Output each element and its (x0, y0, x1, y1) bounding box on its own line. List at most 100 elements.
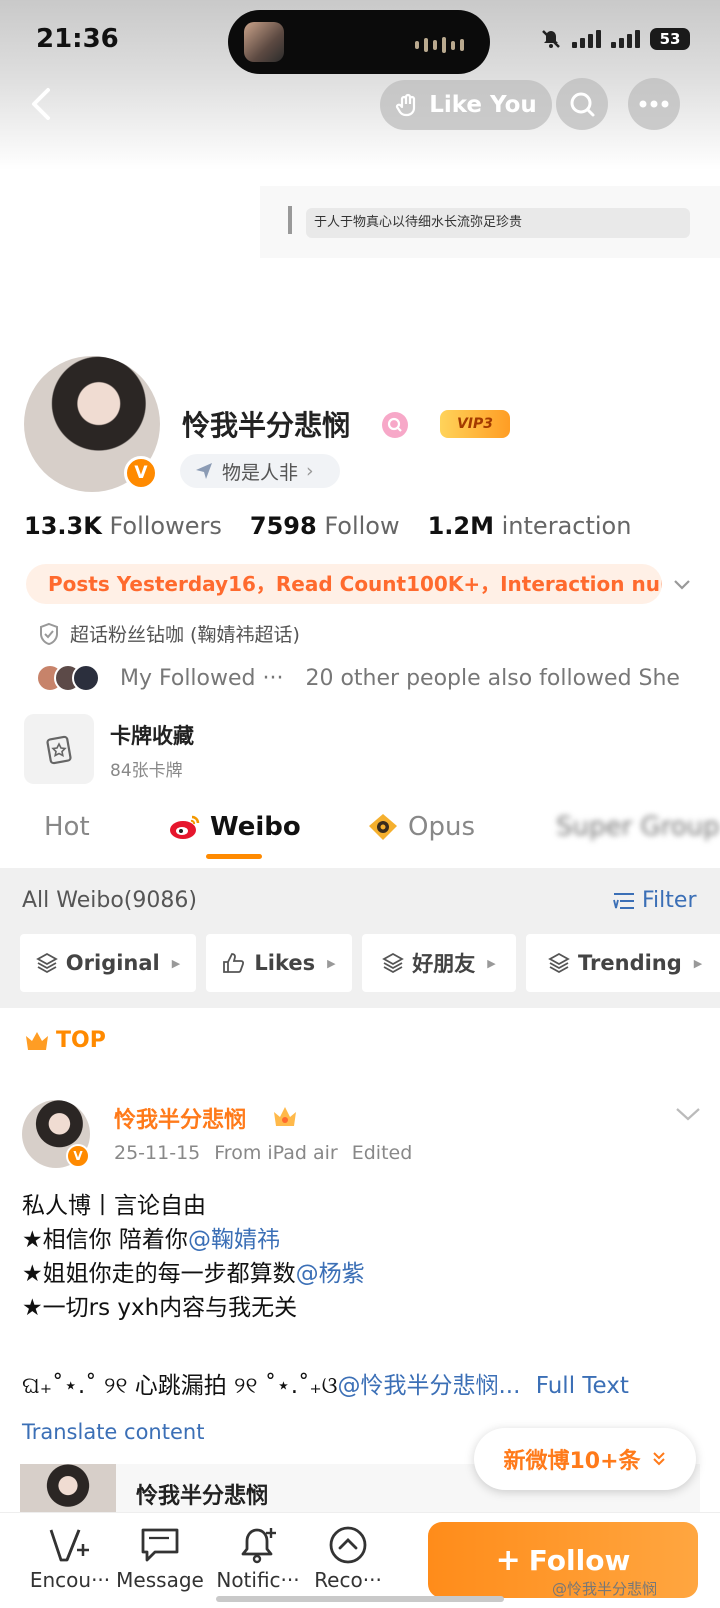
opus-film-icon (369, 814, 397, 840)
chevron-down-icon[interactable] (670, 572, 694, 596)
interaction-stat[interactable]: 1.2M interaction (428, 512, 632, 540)
post-menu-chevron-icon[interactable] (674, 1104, 702, 1124)
mutual-followers-row[interactable]: My Followed ··· 20 other people also fol… (36, 664, 680, 692)
pinned-label-text: TOP (56, 1028, 106, 1053)
chip-likes[interactable]: Likes ▶ (206, 934, 352, 992)
follow-stat[interactable]: 7598 Follow (250, 512, 400, 540)
nav-encourage-label: Encou··· (29, 1568, 111, 1592)
home-indicator[interactable] (216, 1596, 504, 1602)
new-posts-pill[interactable]: 新微博10+条 (474, 1428, 696, 1490)
post-meta: 25-11-15 From iPad air Edited (114, 1142, 412, 1164)
nav-notifications[interactable]: Notific··· (210, 1524, 306, 1592)
layers-icon (35, 952, 58, 974)
verified-badge: V (124, 456, 158, 490)
battery-indicator: 53 (650, 28, 690, 50)
follow-button-label: Follow (528, 1543, 631, 1577)
status-icons: 53 (540, 28, 690, 50)
post-text-segment: ★相信你 陪着你 (22, 1227, 188, 1253)
search-button[interactable] (556, 78, 608, 130)
post-text-segment: ଘ₊˚⋆.˚ ୨୧ 心跳漏拍 ୨୧ ˚⋆.˚₊ଓ (22, 1373, 338, 1399)
nav-message[interactable]: Message (112, 1524, 208, 1592)
shield-check-icon (40, 622, 58, 645)
mention-link[interactable]: @杨紫 (296, 1261, 365, 1287)
profile-tag-label: 物是人非 (222, 461, 299, 484)
weibo-logo-icon (170, 815, 200, 839)
nav-notifications-label: Notific··· (216, 1568, 300, 1592)
pinned-label: TOP (24, 1028, 106, 1053)
mutual-avatar (72, 664, 100, 692)
chip-friends-label: 好朋友 (412, 952, 476, 976)
post-source: From iPad air (214, 1142, 338, 1164)
double-chevron-down-icon (652, 1452, 665, 1466)
pen-plus-icon (49, 1529, 89, 1562)
like-you-label: Like You (429, 92, 537, 118)
superfan-label: 超话粉丝钻咖 (鞠婧祎超话) (70, 624, 300, 646)
chevron-right-icon: › (306, 460, 314, 482)
tab-super-group[interactable]: Super Group (556, 812, 720, 842)
follow-count: 7598 (249, 512, 317, 540)
followers-label: Followers (109, 512, 222, 540)
translate-link[interactable]: Translate content (22, 1420, 204, 1444)
cell-signal-icon (572, 30, 601, 48)
post-author-name[interactable]: 怜我半分悲悯 (114, 1102, 246, 1134)
crown-icon (26, 1031, 48, 1050)
paper-plane-icon (196, 463, 212, 479)
signature-text: 于人于物真心以待细水长流弥足珍贵 (306, 208, 690, 238)
name-search-icon[interactable] (382, 412, 408, 438)
followers-count: 13.3K (24, 512, 102, 540)
nav-recommend-label: Reco··· (314, 1568, 382, 1592)
profile-name: 怜我半分悲悯 (182, 409, 351, 442)
signature-divider (288, 206, 292, 234)
like-you-button[interactable]: Like You (380, 80, 552, 130)
card-collection-title[interactable]: 卡牌收藏 (110, 720, 194, 750)
hand-wave-icon (396, 93, 416, 117)
card-star-icon (46, 735, 72, 765)
chip-original-label: Original (65, 951, 160, 975)
followers-stat[interactable]: 13.3K Followers (24, 512, 222, 540)
dynamic-island[interactable] (228, 10, 490, 74)
tab-hot[interactable]: Hot (44, 812, 90, 842)
chip-friends[interactable]: 好朋友 ▶ (362, 934, 516, 992)
post-text-segment: ★姐姐你走的每一步都算数 (22, 1261, 296, 1287)
layers-icon (548, 952, 570, 974)
mention-link[interactable]: @怜我半分悲悯... (338, 1373, 521, 1399)
chip-trending[interactable]: Trending ▶ (526, 934, 720, 992)
tab-hot-label: Hot (44, 812, 90, 842)
tab-weibo[interactable]: Weibo (168, 812, 301, 842)
filter-button[interactable]: Filter (612, 888, 696, 913)
chip-arrow-icon: ▶ (171, 956, 181, 970)
plus-icon: + (495, 1542, 521, 1578)
posts-summary-banner[interactable]: Posts Yesterday16，Read Count100K+，Intera… (26, 564, 662, 604)
now-playing-thumbnail (244, 22, 284, 62)
chip-arrow-icon: ▶ (487, 956, 496, 970)
audio-wave-icon (415, 37, 464, 53)
nav-encourage[interactable]: Encou··· (22, 1524, 118, 1592)
superfan-row[interactable]: 超话粉丝钻咖 (鞠婧祎超话) (38, 620, 300, 647)
post-text-line: ★姐姐你走的每一步都算数@杨紫 (22, 1254, 365, 1288)
interaction-count: 1.2M (427, 512, 494, 540)
mention-link[interactable]: @鞠婧祎 (188, 1227, 280, 1253)
chip-original[interactable]: Original ▶ (20, 934, 196, 992)
full-text-link[interactable]: Full Text (536, 1373, 629, 1399)
interaction-label: interaction (501, 512, 632, 540)
nav-recommend[interactable]: Reco··· (300, 1524, 396, 1592)
card-collection-count: 84张卡牌 (110, 761, 183, 781)
post-verified-badge: V (66, 1144, 90, 1168)
more-button[interactable] (628, 78, 680, 130)
vip-badge[interactable]: VIP3 (440, 410, 510, 438)
profile-tag[interactable]: 物是人非 › (180, 454, 340, 488)
bell-plus-icon (241, 1528, 276, 1564)
thumbs-up-icon (223, 953, 245, 973)
mute-bell-icon (542, 30, 560, 48)
profile-stats: 13.3K Followers 7598 Follow 1.2M interac… (24, 512, 631, 540)
post-text-line: ★相信你 陪着你@鞠婧祎 (22, 1220, 280, 1254)
all-weibo-count: All Weibo(9086) (22, 888, 197, 913)
back-arrow-icon[interactable] (22, 84, 62, 124)
tab-opus[interactable]: Opus (366, 812, 475, 842)
status-time: 21:36 (36, 24, 119, 54)
post-text-line: ★一切rs yxh内容与我无关 (22, 1295, 298, 1321)
filter-lines-icon (613, 892, 634, 909)
tab-weibo-label: Weibo (210, 812, 301, 842)
post-text-line: ଘ₊˚⋆.˚ ୨୧ 心跳漏拍 ୨୧ ˚⋆.˚₊ଓ@怜我半分悲悯... Full … (22, 1366, 629, 1400)
card-collection-icon-box[interactable] (24, 714, 94, 784)
